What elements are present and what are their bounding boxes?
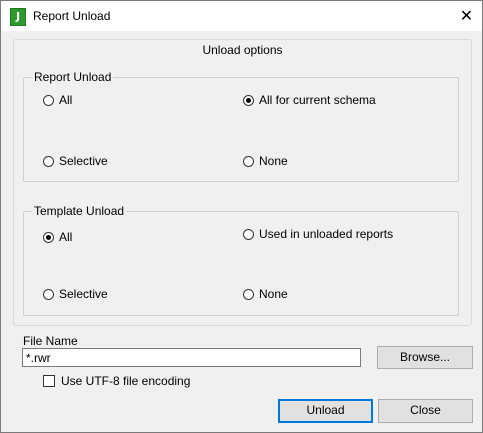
close-icon[interactable]: ✕ — [451, 1, 482, 31]
title-bar: J Report Unload ✕ — [1, 1, 482, 31]
report-unload-all-radio[interactable]: All — [43, 93, 72, 107]
template-unload-selective-radio[interactable]: Selective — [43, 287, 108, 301]
utf8-encoding-checkbox[interactable]: Use UTF-8 file encoding — [43, 374, 190, 388]
report-unload-current-schema-radio[interactable]: All for current schema — [243, 93, 376, 107]
radio-label: All for current schema — [259, 93, 376, 107]
unload-options-title: Unload options — [202, 43, 283, 57]
radio-label: Used in unloaded reports — [259, 227, 394, 241]
report-unload-none-radio[interactable]: None — [243, 154, 288, 168]
radio-checked-icon — [243, 94, 254, 106]
template-unload-used-radio[interactable]: Used in unloaded reports — [243, 227, 393, 241]
file-name-input[interactable] — [22, 348, 361, 367]
radio-label: All — [59, 93, 73, 107]
template-unload-all-radio[interactable]: All — [43, 230, 72, 244]
file-name-label: File Name — [23, 334, 78, 348]
radio-unchecked-icon — [43, 288, 54, 300]
radio-label: All — [59, 230, 73, 244]
unload-button[interactable]: Unload — [278, 399, 373, 423]
radio-label: None — [259, 287, 288, 301]
radio-label: None — [259, 154, 288, 168]
radio-unchecked-icon — [243, 288, 254, 300]
utf8-encoding-label: Use UTF-8 file encoding — [61, 374, 191, 388]
radio-unchecked-icon — [43, 155, 54, 167]
window-title: Report Unload — [33, 9, 111, 23]
radio-unchecked-icon — [243, 155, 254, 167]
report-unload-selective-radio[interactable]: Selective — [43, 154, 108, 168]
template-unload-none-radio[interactable]: None — [243, 287, 288, 301]
radio-unchecked-icon — [43, 94, 54, 106]
close-button[interactable]: Close — [378, 399, 473, 423]
template-unload-legend: Template Unload — [34, 204, 125, 218]
radio-label: Selective — [59, 154, 108, 168]
radio-label: Selective — [59, 287, 108, 301]
radio-unchecked-icon — [243, 228, 254, 240]
checkbox-unchecked-icon — [43, 375, 55, 387]
radio-checked-icon — [43, 231, 54, 243]
browse-button[interactable]: Browse... — [377, 346, 473, 369]
report-unload-legend: Report Unload — [34, 70, 112, 84]
report-unload-dialog: J Report Unload ✕ Unload options Report … — [0, 0, 483, 433]
app-logo-icon: J — [10, 8, 26, 26]
